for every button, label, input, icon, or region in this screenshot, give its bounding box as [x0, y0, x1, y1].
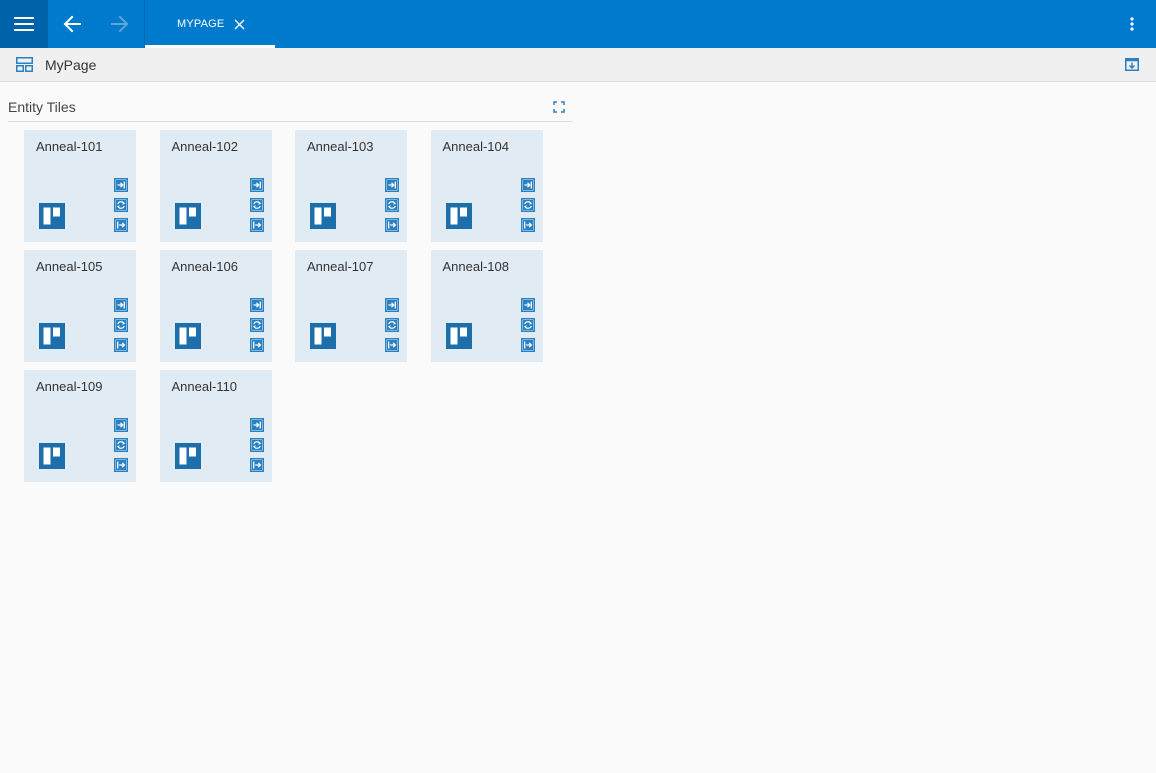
entity-board-icon: [445, 203, 472, 229]
refresh-icon[interactable]: [249, 318, 264, 332]
tab-label: MYPAGE: [177, 18, 225, 30]
sign-in-icon[interactable]: [249, 178, 264, 192]
tile-actions: [249, 178, 264, 232]
refresh-icon[interactable]: [520, 198, 535, 212]
tile-title: Anneal-102: [171, 139, 239, 154]
sign-out-icon[interactable]: [385, 338, 399, 352]
sign-out-icon[interactable]: [385, 218, 399, 232]
tile-title: Anneal-105: [36, 259, 103, 274]
more-options-button[interactable]: [1108, 0, 1156, 48]
entity-board-icon: [39, 443, 65, 469]
top-app-bar: MYPAGE: [0, 0, 1156, 48]
sign-in-icon[interactable]: [520, 298, 535, 312]
sign-out-icon[interactable]: [249, 458, 264, 472]
tile-actions: [249, 298, 264, 352]
tile-actions: [520, 178, 535, 232]
refresh-icon[interactable]: [114, 318, 128, 332]
sign-out-icon[interactable]: [520, 218, 535, 232]
page-icon-wrap: [16, 57, 33, 72]
sign-out-icon[interactable]: [114, 218, 128, 232]
tile-title: Anneal-106: [171, 259, 239, 274]
refresh-icon[interactable]: [385, 198, 399, 212]
sign-in-icon[interactable]: [114, 178, 128, 192]
refresh-icon[interactable]: [114, 438, 128, 452]
expand-button[interactable]: [553, 100, 565, 113]
sign-out-icon[interactable]: [249, 218, 264, 232]
expand-icon: [553, 100, 565, 113]
menu-button[interactable]: [0, 0, 48, 48]
tile-actions: [249, 418, 264, 472]
page-header: MyPage: [0, 48, 1156, 82]
entity-tile-anneal-105[interactable]: Anneal-105: [24, 250, 136, 362]
refresh-icon[interactable]: [114, 198, 128, 212]
sign-in-icon[interactable]: [385, 298, 399, 312]
entity-tile-anneal-101[interactable]: Anneal-101: [24, 130, 136, 242]
entity-board-icon: [174, 323, 201, 349]
panel-header: Entity Tiles: [8, 92, 573, 122]
refresh-icon[interactable]: [249, 438, 264, 452]
tile-actions: [385, 298, 399, 352]
forward-button[interactable]: [96, 0, 144, 48]
tile-title: Anneal-110: [171, 379, 238, 394]
sign-out-icon[interactable]: [114, 338, 128, 352]
entity-tile-anneal-106[interactable]: Anneal-106: [159, 250, 272, 362]
arrow-left-icon: [63, 15, 81, 33]
tile-title: Anneal-103: [307, 139, 374, 154]
entity-tile-anneal-107[interactable]: Anneal-107: [295, 250, 407, 362]
entity-tile-anneal-110[interactable]: Anneal-110: [159, 370, 272, 482]
entity-board-icon: [174, 203, 201, 229]
refresh-icon[interactable]: [385, 318, 399, 332]
sign-out-icon[interactable]: [520, 338, 535, 352]
tile-grid: Anneal-101 Anneal-102 Anneal-103 Anneal-…: [24, 130, 543, 482]
entity-tile-anneal-108[interactable]: Anneal-108: [430, 250, 543, 362]
hamburger-icon: [14, 17, 34, 31]
refresh-icon[interactable]: [520, 318, 535, 332]
tile-title: Anneal-101: [36, 139, 103, 154]
tile-actions: [114, 178, 128, 232]
export-button[interactable]: [1125, 58, 1139, 71]
entity-tiles-panel: Entity Tiles: [8, 92, 573, 122]
tile-actions: [520, 298, 535, 352]
entity-board-icon: [39, 323, 65, 349]
sign-out-icon[interactable]: [249, 338, 264, 352]
panel-title: Entity Tiles: [8, 98, 76, 115]
more-vertical-icon: [1130, 17, 1134, 31]
layout-icon: [16, 57, 33, 72]
sign-in-icon[interactable]: [520, 178, 535, 192]
tile-actions: [385, 178, 399, 232]
close-icon: [234, 19, 245, 29]
tile-title: Anneal-107: [307, 259, 374, 274]
tab-close-button[interactable]: [234, 19, 245, 30]
sign-in-icon[interactable]: [249, 418, 264, 432]
sign-in-icon[interactable]: [114, 418, 128, 432]
sign-out-icon[interactable]: [114, 458, 128, 472]
sign-in-icon[interactable]: [114, 298, 128, 312]
refresh-icon[interactable]: [249, 198, 264, 212]
tile-title: Anneal-109: [36, 379, 103, 394]
page-title: MyPage: [45, 56, 97, 73]
entity-board-icon: [445, 323, 472, 349]
sign-in-icon[interactable]: [249, 298, 264, 312]
tab-mypage[interactable]: MYPAGE: [145, 0, 276, 48]
entity-board-icon: [310, 323, 336, 349]
entity-tile-anneal-109[interactable]: Anneal-109: [24, 370, 136, 482]
tile-title: Anneal-108: [442, 259, 510, 274]
entity-board-icon: [39, 203, 65, 229]
tile-actions: [114, 298, 128, 352]
entity-tile-anneal-103[interactable]: Anneal-103: [295, 130, 407, 242]
tile-title: Anneal-104: [442, 139, 510, 154]
entity-board-icon: [310, 203, 336, 229]
arrow-right-icon: [111, 15, 129, 33]
export-icon: [1125, 58, 1139, 71]
entity-board-icon: [174, 443, 201, 469]
tile-actions: [114, 418, 128, 472]
sign-in-icon[interactable]: [385, 178, 399, 192]
back-button[interactable]: [48, 0, 96, 48]
entity-tile-anneal-102[interactable]: Anneal-102: [159, 130, 272, 242]
entity-tile-anneal-104[interactable]: Anneal-104: [430, 130, 543, 242]
